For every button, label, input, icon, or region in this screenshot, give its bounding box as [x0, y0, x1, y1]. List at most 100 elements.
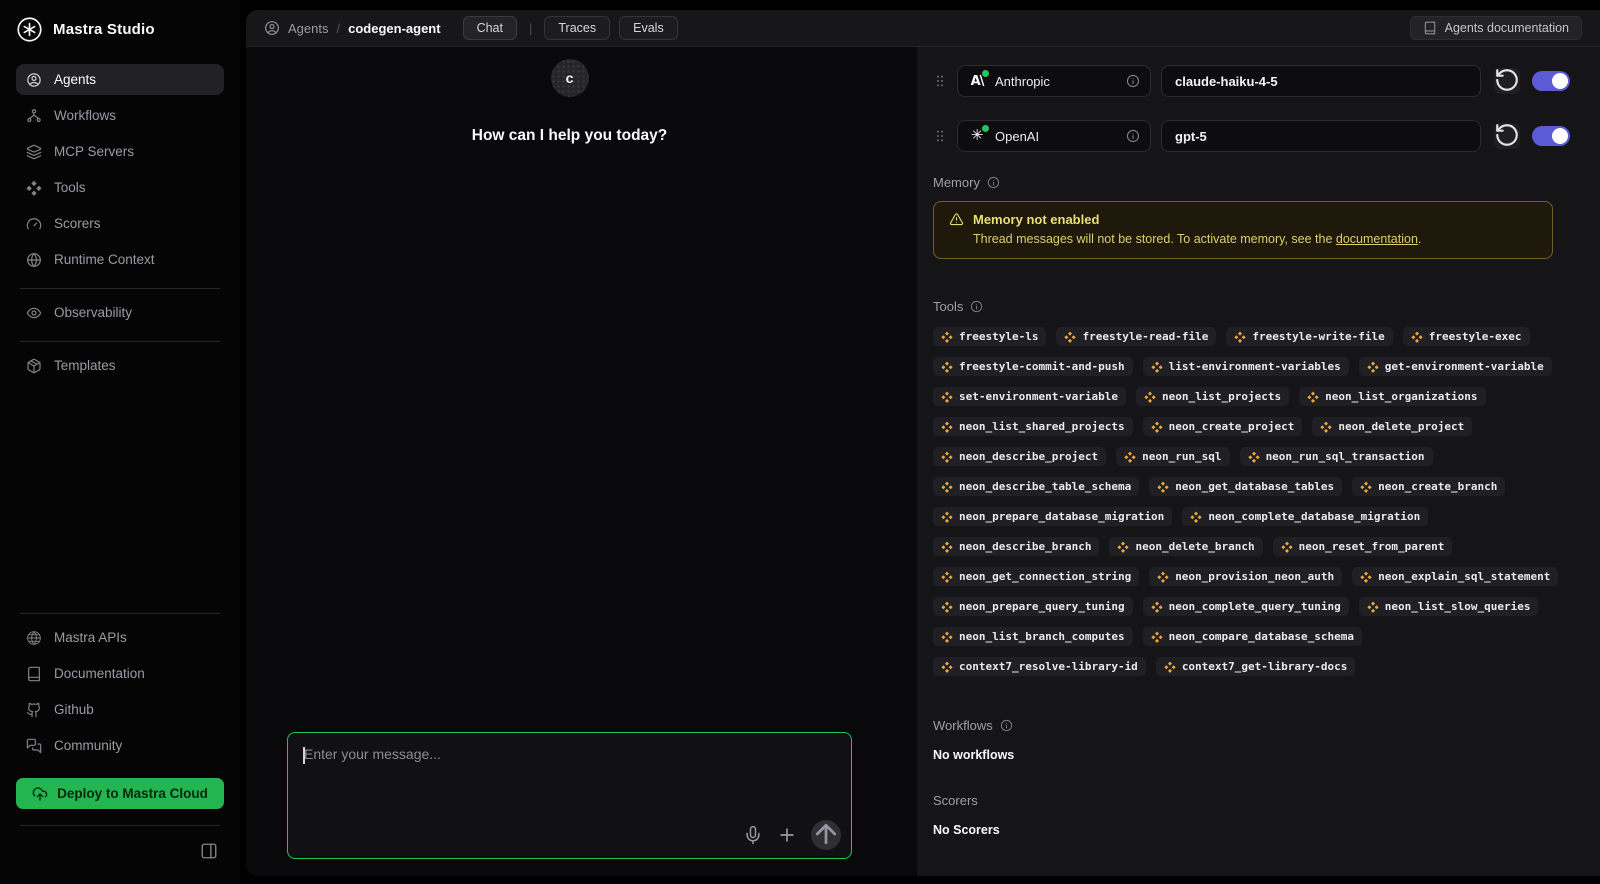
sidebar-nav-item[interactable]: Community [16, 730, 224, 761]
tool-badge[interactable]: neon_prepare_database_migration [933, 507, 1172, 526]
tool-badge[interactable]: neon_create_project [1143, 417, 1303, 436]
tool-badge[interactable]: neon_create_branch [1352, 477, 1505, 496]
model-input[interactable]: claude-haiku-4-5 [1161, 65, 1481, 97]
tool-diamond-icon [1157, 481, 1169, 493]
tool-diamond-icon [1151, 601, 1163, 613]
sidebar-nav-templates: Templates [16, 350, 224, 386]
drag-handle-icon[interactable] [933, 71, 947, 91]
tool-badge-label: neon_delete_project [1338, 420, 1464, 433]
info-icon[interactable] [987, 176, 1000, 189]
tool-badge[interactable]: neon_provision_neon_auth [1149, 567, 1342, 586]
tool-badge[interactable]: context7_get-library-docs [1156, 657, 1356, 676]
sidebar-nav-item[interactable]: MCP Servers [16, 136, 224, 167]
tool-diamond-icon [1360, 481, 1372, 493]
tool-badge[interactable]: neon_delete_project [1312, 417, 1472, 436]
tool-badge-label: freestyle-read-file [1082, 330, 1208, 343]
message-input[interactable] [288, 733, 851, 811]
tool-badge[interactable]: neon_run_sql_transaction [1240, 447, 1433, 466]
provider-select[interactable]: ✳ OpenAI [957, 120, 1151, 152]
tool-badge[interactable]: neon_list_organizations [1299, 387, 1485, 406]
tool-badge[interactable]: neon_explain_sql_statement [1352, 567, 1558, 586]
tab-button[interactable]: Traces [544, 16, 610, 40]
sidebar-nav-item[interactable]: Tools [16, 172, 224, 203]
sidebar-nav-item[interactable]: Github [16, 694, 224, 725]
sidebar-nav-item[interactable]: Mastra APIs [16, 622, 224, 653]
topbar: Agents / codegen-agent Chat | Traces Eva… [246, 10, 1600, 47]
info-icon[interactable] [1000, 719, 1013, 732]
deploy-to-mastra-cloud-button[interactable]: Deploy to Mastra Cloud [16, 778, 224, 809]
tool-diamond-icon [1320, 421, 1332, 433]
model-enabled-toggle[interactable] [1532, 71, 1570, 91]
attach-button[interactable] [777, 825, 797, 845]
app-logo-row: Mastra Studio [16, 14, 224, 44]
reset-model-button[interactable] [1494, 123, 1520, 149]
send-button[interactable] [811, 820, 841, 850]
sidebar-nav-item[interactable]: Agents [16, 64, 224, 95]
tool-badge[interactable]: freestyle-ls [933, 327, 1046, 346]
tool-diamond-icon [941, 391, 953, 403]
tab-button[interactable]: Evals [619, 16, 678, 40]
tool-diamond-icon [941, 361, 953, 373]
reset-model-button[interactable] [1494, 68, 1520, 94]
breadcrumb-section[interactable]: Agents [288, 21, 328, 36]
tool-badge[interactable]: neon_prepare_query_tuning [933, 597, 1133, 616]
breadcrumb-current: codegen-agent [348, 21, 440, 36]
tool-badge[interactable]: neon_describe_project [933, 447, 1106, 466]
tool-badge[interactable]: freestyle-write-file [1226, 327, 1392, 346]
tool-badge[interactable]: neon_get_database_tables [1149, 477, 1342, 496]
model-input[interactable]: gpt-5 [1161, 120, 1481, 152]
tool-badge[interactable]: neon_list_shared_projects [933, 417, 1133, 436]
breadcrumb: Agents / codegen-agent [264, 20, 441, 36]
sidebar-nav-item[interactable]: Observability [16, 297, 224, 328]
sidebar-nav-item[interactable]: Documentation [16, 658, 224, 689]
tool-badge[interactable]: neon_compare_database_schema [1143, 627, 1362, 646]
mic-button[interactable] [743, 825, 763, 845]
agents-documentation-button[interactable]: Agents documentation [1410, 16, 1582, 40]
model-enabled-toggle[interactable] [1532, 126, 1570, 146]
sidebar-collapse-button[interactable] [200, 842, 218, 860]
tool-badge-label: neon_describe_table_schema [959, 480, 1131, 493]
mcp-servers-icon [26, 144, 42, 160]
tool-badge[interactable]: neon_delete_branch [1109, 537, 1262, 556]
tool-badge[interactable]: neon_describe_branch [933, 537, 1099, 556]
info-icon[interactable] [1126, 74, 1140, 88]
sidebar-nav-item[interactable]: Scorers [16, 208, 224, 239]
tool-diamond-icon [1151, 361, 1163, 373]
info-icon[interactable] [1126, 129, 1140, 143]
tool-badge[interactable]: neon_get_connection_string [933, 567, 1139, 586]
tool-badge[interactable]: set-environment-variable [933, 387, 1126, 406]
tool-badge[interactable]: get-environment-variable [1359, 357, 1552, 376]
tool-badge[interactable]: neon_complete_database_migration [1182, 507, 1428, 526]
chat-panel: c How can I help you today? [246, 47, 917, 876]
tool-badge[interactable]: neon_list_branch_computes [933, 627, 1133, 646]
sidebar-nav-item[interactable]: Workflows [16, 100, 224, 131]
sidebar-divider [20, 288, 220, 289]
tool-badge-label: neon_run_sql_transaction [1266, 450, 1425, 463]
tab-button[interactable]: Chat [463, 16, 517, 40]
workflows-label: Workflows [933, 718, 993, 733]
tool-badge[interactable]: list-environment-variables [1143, 357, 1349, 376]
tool-badge[interactable]: freestyle-commit-and-push [933, 357, 1133, 376]
tool-badge[interactable]: freestyle-exec [1403, 327, 1530, 346]
tool-badge[interactable]: freestyle-read-file [1056, 327, 1216, 346]
breadcrumb-separator: / [336, 21, 340, 36]
drag-handle-icon[interactable] [933, 126, 947, 146]
tool-badge[interactable]: neon_run_sql [1116, 447, 1229, 466]
tool-badge[interactable]: neon_list_projects [1136, 387, 1289, 406]
sidebar-item-label: Community [54, 738, 122, 753]
tool-badge[interactable]: context7_resolve-library-id [933, 657, 1146, 676]
info-icon[interactable] [970, 300, 983, 313]
sidebar-nav-item[interactable]: Templates [16, 350, 224, 381]
provider-select[interactable]: A\ Anthropic [957, 65, 1151, 97]
tool-badge[interactable]: neon_list_slow_queries [1359, 597, 1539, 616]
tool-badge[interactable]: neon_describe_table_schema [933, 477, 1139, 496]
sidebar-nav-item[interactable]: Runtime Context [16, 244, 224, 275]
documentation-link[interactable]: documentation [1336, 232, 1418, 246]
tool-badge[interactable]: neon_reset_from_parent [1273, 537, 1453, 556]
tabs-left: Chat [463, 16, 517, 40]
model-row: A\ Anthropic claude-haiku-4-5 [933, 65, 1570, 97]
tool-diamond-icon [1360, 571, 1372, 583]
sidebar-item-label: Agents [54, 72, 96, 87]
tool-badge[interactable]: neon_complete_query_tuning [1143, 597, 1349, 616]
sidebar: Mastra Studio Agents Workflows MCP Serve… [0, 0, 240, 884]
